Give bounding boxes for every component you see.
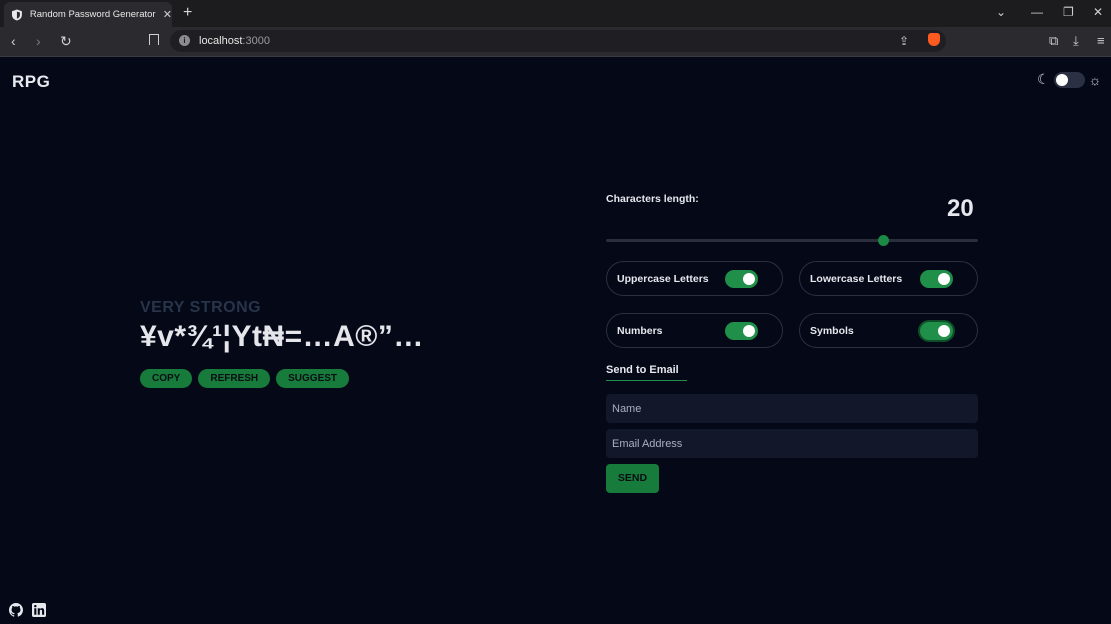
option-numbers: Numbers xyxy=(606,313,783,348)
title-underline xyxy=(606,380,687,381)
characters-length-label: Characters length: xyxy=(606,193,699,205)
back-icon[interactable]: ‹ xyxy=(11,33,16,49)
lowercase-toggle[interactable] xyxy=(920,270,953,288)
option-symbols: Symbols xyxy=(799,313,978,348)
lowercase-label: Lowercase Letters xyxy=(810,273,903,285)
extensions-icon[interactable]: ⧉ xyxy=(1049,33,1058,49)
bookmark-icon[interactable] xyxy=(149,34,159,45)
shield-icon xyxy=(11,9,22,20)
browser-tab-bar: Random Password Generator To ✕ + ⌄ — ❐ ✕ xyxy=(0,0,1111,27)
app-logo: RPG xyxy=(12,72,51,91)
length-slider[interactable] xyxy=(606,235,978,246)
send-to-email-title: Send to Email xyxy=(606,364,679,376)
password-actions: COPY REFRESH SUGGEST xyxy=(140,369,350,388)
moon-icon: ☾ xyxy=(1037,71,1050,87)
github-icon[interactable] xyxy=(9,603,23,617)
toggle-knob xyxy=(743,325,755,337)
brave-shields-icon[interactable] xyxy=(928,33,940,46)
sun-icon: ☼ xyxy=(1088,71,1102,88)
generated-password: ¥v*¾¹¦Yt₦=…A®”… xyxy=(140,320,424,353)
copy-button[interactable]: COPY xyxy=(140,369,193,388)
restore-icon[interactable]: ❐ xyxy=(1063,5,1074,19)
toggle-knob xyxy=(938,325,950,337)
tab-list-chevron-icon[interactable]: ⌄ xyxy=(996,5,1006,19)
window-close-icon[interactable]: ✕ xyxy=(1093,5,1103,19)
share-icon[interactable]: ⇪ xyxy=(899,34,909,48)
reload-icon[interactable]: ↻ xyxy=(60,33,72,50)
numbers-label: Numbers xyxy=(617,325,663,337)
strength-label: VERY STRONG xyxy=(140,299,262,316)
suggest-button[interactable]: SUGGEST xyxy=(276,369,350,388)
minimize-icon[interactable]: — xyxy=(1031,5,1043,19)
slider-thumb[interactable] xyxy=(878,235,889,246)
email-input[interactable] xyxy=(606,429,978,458)
numbers-toggle[interactable] xyxy=(725,322,758,340)
symbols-label: Symbols xyxy=(810,325,854,337)
option-uppercase: Uppercase Letters xyxy=(606,261,783,296)
close-tab-icon[interactable]: ✕ xyxy=(163,8,172,21)
new-tab-icon[interactable]: + xyxy=(183,4,192,22)
theme-toggle[interactable] xyxy=(1053,71,1085,88)
characters-length-value: 20 xyxy=(947,195,974,222)
forward-icon[interactable]: › xyxy=(36,33,41,49)
menu-icon[interactable]: ≡ xyxy=(1097,33,1105,48)
url-text: localhost:3000 xyxy=(199,35,270,47)
toggle-knob xyxy=(743,273,755,285)
symbols-toggle[interactable] xyxy=(920,322,953,340)
browser-toolbar: ‹ › ↻ i localhost:3000 ⇪ ⧉ ⤓ ≡ xyxy=(0,27,1111,57)
browser-tab[interactable]: Random Password Generator To ✕ xyxy=(4,2,172,27)
toggle-knob xyxy=(1055,73,1068,86)
uppercase-label: Uppercase Letters xyxy=(617,273,709,285)
address-bar[interactable]: i localhost:3000 xyxy=(170,30,946,52)
uppercase-toggle[interactable] xyxy=(725,270,758,288)
site-info-icon[interactable]: i xyxy=(179,35,190,46)
send-button[interactable]: SEND xyxy=(606,464,659,493)
toggle-knob xyxy=(938,273,950,285)
theme-switcher: ☾ ☼ xyxy=(1037,71,1101,88)
refresh-button[interactable]: REFRESH xyxy=(198,369,271,388)
tab-title: Random Password Generator To xyxy=(29,9,157,20)
name-input[interactable] xyxy=(606,394,978,423)
option-lowercase: Lowercase Letters xyxy=(799,261,978,296)
linkedin-icon[interactable] xyxy=(32,603,46,617)
download-icon[interactable]: ⤓ xyxy=(1073,33,1079,49)
